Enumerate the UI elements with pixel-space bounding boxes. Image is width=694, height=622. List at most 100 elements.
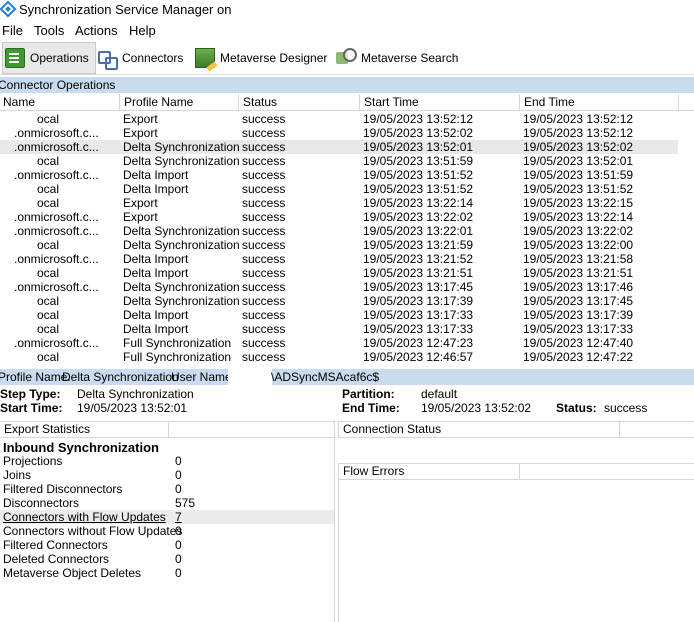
user-name-redacted: [228, 369, 272, 385]
cell-status: success: [242, 266, 286, 280]
column-header-end-time[interactable]: End Time: [519, 94, 678, 111]
cell-start-time: 19/05/2023 13:51:52: [363, 168, 474, 182]
cell-name: .onmicrosoft.c...: [14, 280, 99, 294]
statistic-label: Filtered Connectors: [3, 538, 108, 552]
table-row[interactable]: ocal Delta Synchronization success 19/05/20…: [0, 294, 678, 308]
connection-status-panel: Connection Status: [338, 421, 694, 457]
statistic-value[interactable]: 7: [175, 510, 182, 524]
statistic-value: 575: [175, 496, 196, 510]
profile-name-label: Profile Name:: [0, 370, 71, 384]
cell-status: success: [242, 126, 286, 140]
connectors-button[interactable]: Connectors: [95, 42, 189, 74]
cell-status: success: [242, 350, 286, 364]
table-row[interactable]: ocal Delta Import success 19/05/2023 13:17:…: [0, 308, 678, 322]
statistic-label: Filtered Disconnectors: [3, 482, 123, 496]
cell-end-time: 19/05/2023 13:52:02: [523, 140, 634, 154]
cell-start-time: 19/05/2023 13:51:59: [363, 154, 474, 168]
statistic-label: Connectors without Flow Updates: [3, 524, 183, 538]
table-row[interactable]: ocal Delta Import success 19/05/2023 13:17:…: [0, 322, 678, 336]
cell-start-time: 19/05/2023 12:46:57: [363, 350, 474, 364]
table-row[interactable]: ocal Delta Import success 19/05/2023 13:21:…: [0, 266, 678, 280]
table-row[interactable]: .onmicrosoft.c... Full Synchronization suc…: [0, 336, 678, 350]
cell-profile-name: Export: [123, 112, 158, 126]
cell-end-time: 19/05/2023 13:17:46: [523, 280, 634, 294]
metaverse-search-label: Metaverse Search: [361, 51, 459, 65]
cell-profile-name: Delta Synchronization: [123, 294, 240, 308]
cell-start-time: 19/05/2023 12:47:23: [363, 336, 474, 350]
metaverse-search-button[interactable]: Metaverse Search: [334, 42, 464, 74]
cell-end-time: 19/05/2023 13:17:45: [523, 294, 634, 308]
statistic-label: Projections: [3, 454, 63, 468]
cell-profile-name: Delta Synchronization: [123, 154, 240, 168]
cell-name: .onmicrosoft.c...: [14, 336, 99, 350]
export-statistics-list: Projections 0 Joins 0 Filtered Disconnectors…: [0, 454, 334, 594]
export-statistics-column-divider: [168, 422, 169, 438]
cell-end-time: 19/05/2023 12:47:40: [523, 336, 634, 350]
table-row[interactable]: ocal Export success 19/05/2023 13:52:12 19/0…: [0, 112, 678, 126]
table-row[interactable]: .onmicrosoft.c... Delta Synchronization su…: [0, 224, 678, 238]
cell-name: .onmicrosoft.c...: [14, 252, 99, 266]
menu-tools[interactable]: Tools: [34, 23, 64, 38]
operations-button[interactable]: Operations: [2, 42, 96, 74]
cell-name: ocal: [37, 196, 60, 210]
cell-name: ocal: [37, 182, 60, 196]
column-header-status[interactable]: Status: [238, 94, 359, 111]
table-row[interactable]: .onmicrosoft.c... Export success 19/05/2023…: [0, 126, 678, 140]
toolbar: Operations Connectors Metaverse Designer…: [0, 40, 694, 75]
table-row[interactable]: .onmicrosoft.c... Delta Import success 19/0…: [0, 252, 678, 266]
column-header-start-time[interactable]: Start Time: [359, 94, 519, 111]
table-row[interactable]: .onmicrosoft.c... Delta Synchronization su…: [0, 280, 678, 294]
start-time-label: Start Time:: [0, 401, 63, 415]
statistic-row: Metaverse Object Deletes 0: [0, 566, 334, 580]
cell-start-time: 19/05/2023 13:17:33: [363, 308, 474, 322]
statistic-label[interactable]: Connectors with Flow Updates: [3, 510, 166, 524]
cell-end-time: 19/05/2023 13:52:01: [523, 154, 634, 168]
cell-profile-name: Delta Synchronization: [123, 280, 240, 294]
cell-profile-name: Full Synchronization: [123, 350, 232, 364]
cell-profile-name: Delta Import: [123, 266, 189, 280]
cell-start-time: 19/05/2023 13:17:39: [363, 294, 474, 308]
cell-end-time: 19/05/2023 13:51:59: [523, 168, 634, 182]
column-header-name[interactable]: Name: [0, 94, 119, 111]
cell-end-time: 19/05/2023 13:17:39: [523, 308, 634, 322]
cell-status: success: [242, 252, 286, 266]
inbound-synchronization-heading: Inbound Synchronization: [3, 440, 159, 455]
statistic-value: 0: [175, 454, 182, 468]
metaverse-designer-icon: [195, 48, 215, 68]
run-details-bar: Profile Name: Delta Synchronization User…: [0, 369, 694, 385]
cell-start-time: 19/05/2023 13:17:33: [363, 322, 474, 336]
connection-status-title: Connection Status: [343, 422, 442, 436]
cell-status: success: [242, 154, 286, 168]
table-row[interactable]: .onmicrosoft.c... Delta Synchronization su…: [0, 140, 678, 154]
menu-help[interactable]: Help: [129, 23, 156, 38]
menu-actions[interactable]: Actions: [75, 23, 118, 38]
export-statistics-header: Export Statistics: [0, 421, 334, 438]
cell-start-time: 19/05/2023 13:22:14: [363, 196, 474, 210]
operations-grid-header: Name Profile Name Status Start Time End …: [0, 94, 694, 111]
table-row[interactable]: ocal Full Synchronization success 19/05/202…: [0, 350, 678, 364]
end-time-label: End Time:: [342, 401, 400, 415]
table-row[interactable]: ocal Delta Synchronization success 19/05/20…: [0, 238, 678, 252]
status-label: Status:: [556, 401, 597, 415]
column-header-profile-name[interactable]: Profile Name: [119, 94, 238, 111]
metaverse-designer-button[interactable]: Metaverse Designer: [193, 42, 333, 74]
step-type-value: Delta Synchronization: [77, 387, 194, 401]
window-title: Synchronization Service Manager on: [19, 2, 232, 17]
cell-name: ocal: [37, 322, 60, 336]
table-row[interactable]: .onmicrosoft.c... Delta Import success 19/0…: [0, 168, 678, 182]
statistic-row: Filtered Connectors 0: [0, 538, 334, 552]
table-row[interactable]: ocal Delta Import success 19/05/2023 13:51:…: [0, 182, 678, 196]
table-row[interactable]: ocal Delta Synchronization success 19/05/20…: [0, 154, 678, 168]
cell-name: ocal: [37, 112, 60, 126]
table-row[interactable]: ocal Export success 19/05/2023 13:22:14 19/0…: [0, 196, 678, 210]
cell-name: .onmicrosoft.c...: [14, 210, 99, 224]
statistic-row[interactable]: Connectors with Flow Updates 7: [0, 510, 334, 524]
partition-value: default: [421, 387, 458, 401]
cell-status: success: [242, 336, 286, 350]
statistic-label: Metaverse Object Deletes: [3, 566, 142, 580]
connector-operations-header: Connector Operations: [0, 77, 694, 93]
cell-name: ocal: [37, 308, 60, 322]
statistic-label: Deleted Connectors: [3, 552, 110, 566]
menu-file[interactable]: File: [2, 23, 23, 38]
table-row[interactable]: .onmicrosoft.c... Export success 19/05/2023…: [0, 210, 678, 224]
